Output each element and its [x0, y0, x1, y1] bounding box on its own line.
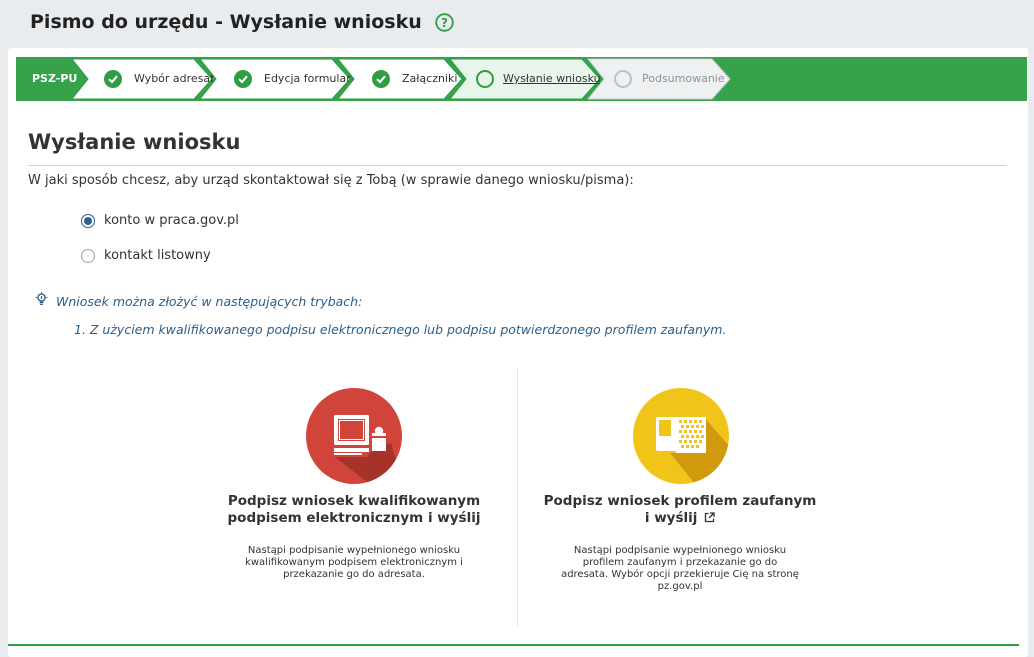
step-label: Podsumowanie: [642, 72, 725, 85]
info-list-item: 1. Z użyciem kwalifikowanego podpisu ele…: [74, 322, 727, 337]
help-icon[interactable]: ?: [435, 12, 454, 32]
step-podsumowanie[interactable]: Podsumowanie: [584, 57, 736, 101]
title-line[interactable]: Podpisz wniosek profilem zaufanym: [544, 493, 817, 509]
info-note: Wniosek można złożyć w następujących try…: [35, 292, 362, 311]
radio-option-listowny[interactable]: kontakt listowny: [81, 248, 211, 263]
page-header: Pismo do urzędu - Wysłanie wniosku ?: [0, 0, 1034, 44]
radio-button-checked[interactable]: [81, 213, 95, 228]
radio-label[interactable]: kontakt listowny: [104, 248, 211, 263]
stepper: PSZ-PU Wybór adresata Edycja formularza …: [16, 57, 1027, 101]
sign-option-description: Nastąpi podpisanie wypełnionego wniosku …: [561, 545, 799, 592]
title-line[interactable]: i wyślij: [645, 510, 698, 526]
radio-option-konto[interactable]: konto w praca.gov.pl: [81, 213, 239, 228]
current-step-circle-icon: [476, 70, 494, 88]
section-divider: [28, 165, 1007, 166]
step-wyslanie-wniosku[interactable]: Wysłanie wniosku: [446, 57, 606, 101]
svg-text:?: ?: [441, 15, 448, 29]
info-text: Wniosek można złożyć w następujących try…: [56, 294, 363, 309]
trusted-profile-icon[interactable]: [632, 387, 730, 485]
sign-option-qualified[interactable]: Podpisz wniosek kwalifikowanym podpisem …: [204, 368, 504, 626]
section-title: Wysłanie wniosku: [28, 130, 241, 154]
main-card: PSZ-PU Wybór adresata Edycja formularza …: [8, 48, 1028, 657]
computer-signature-icon[interactable]: [305, 387, 403, 485]
step-edycja-formularza[interactable]: Edycja formularza: [196, 57, 363, 101]
sign-option-trusted-profile[interactable]: Podpisz wniosek profilem zaufanym i wyśl…: [530, 368, 830, 626]
sign-option-title[interactable]: Podpisz wniosek profilem zaufanym i wyśl…: [530, 493, 830, 528]
check-icon: [104, 70, 122, 88]
contact-question: W jaki sposób chcesz, aby urząd skontakt…: [28, 173, 634, 188]
title-line[interactable]: podpisem elektronicznym i wyślij: [228, 510, 481, 526]
sign-option-title[interactable]: Podpisz wniosek kwalifikowanym podpisem …: [204, 493, 504, 527]
check-icon: [234, 70, 252, 88]
lightbulb-icon: [35, 292, 48, 311]
check-icon: [372, 70, 390, 88]
sign-options: Podpisz wniosek kwalifikowanym podpisem …: [8, 368, 1028, 628]
page-title: Pismo do urzędu - Wysłanie wniosku: [30, 11, 422, 33]
title-line[interactable]: Podpisz wniosek kwalifikowanym: [228, 493, 480, 509]
sign-option-description: Nastąpi podpisanie wypełnionego wniosku …: [245, 545, 463, 580]
card-bottom-accent: [8, 644, 1019, 646]
radio-label[interactable]: konto w praca.gov.pl: [104, 213, 239, 228]
options-divider: [517, 368, 518, 626]
pending-step-circle-icon: [614, 70, 632, 88]
external-link-icon[interactable]: [704, 511, 715, 528]
radio-button[interactable]: [81, 248, 95, 263]
